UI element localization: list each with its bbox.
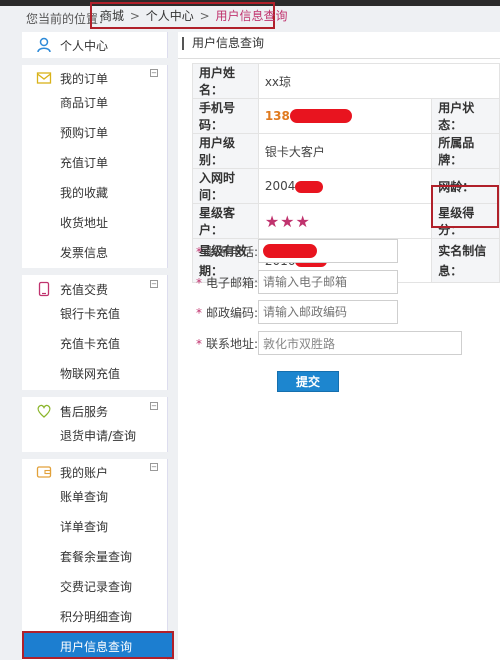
sidebar-group-orders[interactable]: 我的订单 −: [22, 65, 168, 91]
star-rating-icon: ★★★: [264, 211, 311, 231]
email-input[interactable]: [258, 270, 398, 294]
email-label-text: 电子邮箱:: [205, 276, 258, 290]
sidebar-group-title: 我的账户: [60, 466, 109, 480]
required-mark: *: [195, 306, 202, 320]
redaction-mark: [289, 109, 352, 124]
zip-input[interactable]: [258, 300, 398, 324]
sidebar-home[interactable]: 个人中心: [22, 32, 168, 58]
email-row: * 电子邮箱:: [192, 270, 492, 296]
table-row: 用户姓名： xx琼: [192, 63, 500, 99]
phone-value: 138: [264, 108, 290, 123]
sidebar-item-invoice[interactable]: 发票信息: [22, 239, 168, 267]
brand-label: 所属品牌：: [431, 133, 500, 169]
phone-label: 手机号码：: [192, 98, 259, 134]
sidebar-item-plan-balance[interactable]: 套餐余量查询: [22, 543, 168, 571]
sidebar-divider: [22, 390, 168, 397]
breadcrumb-separator: >: [129, 9, 140, 23]
sidebar-group-title: 充值交费: [60, 283, 109, 297]
sidebar-group-recharge[interactable]: 充值交费 −: [22, 276, 168, 302]
breadcrumb-current: 用户信息查询: [215, 9, 288, 23]
sidebar-home-label: 个人中心: [60, 39, 109, 53]
contact-phone-input[interactable]: [258, 239, 398, 263]
join-value: 2004: [264, 179, 296, 193]
sidebar-item-favorites[interactable]: 我的收藏: [22, 179, 168, 207]
breadcrumb: 商城 > 个人中心 > 用户信息查询: [90, 2, 287, 29]
collapse-toggle-icon[interactable]: −: [150, 463, 158, 471]
sidebar-divider: [22, 268, 168, 275]
address-input[interactable]: [258, 331, 462, 355]
required-mark: *: [195, 276, 202, 290]
sidebar-divider: [22, 58, 168, 65]
sidebar-item-points[interactable]: 积分明细查询: [22, 603, 168, 631]
address-row: * 联系地址:: [192, 331, 492, 357]
sidebar-group-aftersales[interactable]: 售后服务 −: [22, 398, 168, 424]
phone-icon: [38, 281, 50, 297]
sidebar-item-user-info[interactable]: 用户信息查询: [22, 631, 174, 659]
breadcrumb-separator: >: [199, 9, 210, 23]
page-title: 用户信息查询: [182, 37, 264, 50]
sidebar-item-address[interactable]: 收货地址: [22, 209, 168, 237]
breadcrumb-link-mall[interactable]: 商城: [100, 9, 124, 23]
redaction-mark: [263, 243, 317, 258]
required-mark: *: [195, 245, 202, 259]
heart-icon: [37, 404, 51, 418]
email-label: * 电子邮箱:: [192, 274, 258, 291]
sidebar-item-recharge-orders[interactable]: 充值订单: [22, 149, 168, 177]
submit-button[interactable]: 提交: [277, 371, 339, 392]
required-mark: *: [195, 337, 202, 351]
star-cell: ★★★: [257, 203, 433, 239]
sidebar-item-returns[interactable]: 退货申请/查询: [22, 422, 168, 450]
level-label: 用户级别：: [192, 133, 259, 169]
sidebar-item-card-recharge[interactable]: 充值卡充值: [22, 330, 168, 358]
collapse-toggle-icon[interactable]: −: [150, 280, 158, 288]
zip-row: * 邮政编码:: [192, 300, 492, 326]
zip-label: * 邮政编码:: [192, 304, 258, 321]
wallet-icon: [36, 466, 52, 478]
redaction-mark: [295, 180, 324, 193]
join-label: 入网时间：: [192, 168, 259, 204]
user-icon: [37, 37, 51, 53]
sidebar-item-bank-recharge[interactable]: 银行卡充值: [22, 300, 168, 328]
contact-phone-label-text: 联系电话:: [205, 245, 258, 259]
highlight-box: [431, 185, 499, 228]
level-value: 银卡大客户: [257, 133, 433, 169]
name-value: xx琼: [257, 63, 500, 99]
sidebar-group-title: 我的订单: [60, 72, 109, 86]
sidebar-item-payment-records[interactable]: 交费记录查询: [22, 573, 168, 601]
sidebar-item-iot-recharge[interactable]: 物联网充值: [22, 360, 168, 388]
star-label: 星级客户：: [192, 203, 259, 239]
sidebar: 个人中心 我的订单 − 商品订单 预购订单 充值订单 我的收藏 收货地址 发票信…: [22, 32, 174, 660]
address-label-text: 联系地址:: [205, 337, 258, 351]
address-label: * 联系地址:: [192, 335, 258, 352]
collapse-toggle-icon[interactable]: −: [150, 69, 158, 77]
envelope-icon: [36, 72, 52, 84]
join-cell: 2004: [257, 168, 433, 204]
zip-label-text: 邮政编码:: [205, 306, 258, 320]
sidebar-item-product-orders[interactable]: 商品订单: [22, 89, 168, 117]
sidebar-item-preorders[interactable]: 预购订单: [22, 119, 168, 147]
status-label: 用户状态：: [431, 98, 500, 134]
main-content: 用户信息查询 用户姓名： xx琼 手机号码： 138 用户状态： 用户级别： 银…: [178, 32, 500, 660]
sidebar-item-details[interactable]: 详单查询: [22, 513, 168, 541]
title-divider: [178, 58, 500, 59]
name-label: 用户姓名：: [192, 63, 259, 99]
sidebar-divider: [22, 452, 168, 459]
table-row: 用户级别： 银卡大客户 所属品牌：: [192, 133, 500, 169]
contact-phone-label: * 联系电话:: [192, 243, 258, 260]
collapse-toggle-icon[interactable]: −: [150, 402, 158, 410]
contact-phone-row: * 联系电话:: [192, 239, 492, 265]
breadcrumb-link-center[interactable]: 个人中心: [146, 9, 194, 23]
table-row: 手机号码： 138 用户状态：: [192, 98, 500, 134]
sidebar-item-bills[interactable]: 账单查询: [22, 483, 168, 511]
sidebar-group-title: 售后服务: [60, 405, 109, 419]
sidebar-group-account[interactable]: 我的账户 −: [22, 459, 168, 485]
phone-cell: 138: [257, 98, 433, 134]
